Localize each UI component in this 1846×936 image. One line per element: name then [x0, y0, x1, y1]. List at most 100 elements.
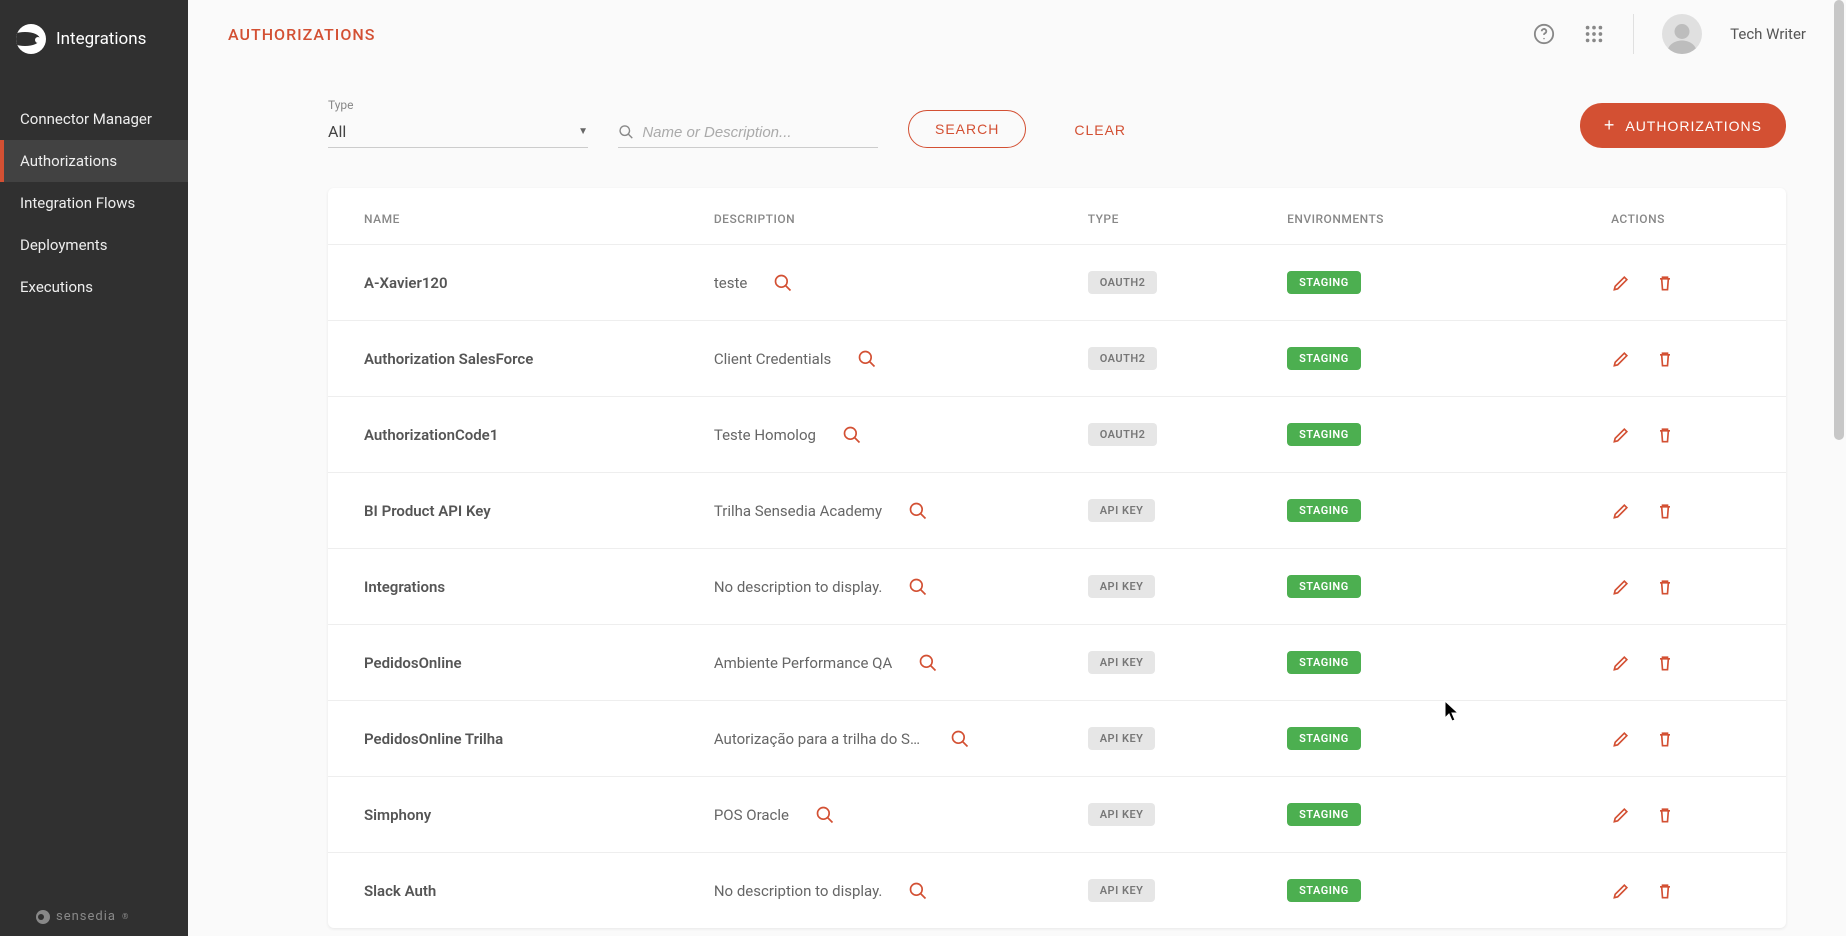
edit-icon[interactable]: [1611, 881, 1631, 901]
delete-icon[interactable]: [1655, 273, 1675, 293]
sidebar-item-connector-manager[interactable]: Connector Manager: [0, 98, 188, 140]
type-filter-select[interactable]: All ▼: [328, 116, 588, 148]
row-search-icon[interactable]: [918, 653, 938, 673]
type-badge: API KEY: [1088, 499, 1156, 522]
edit-icon[interactable]: [1611, 805, 1631, 825]
env-badge: STAGING: [1287, 347, 1361, 370]
delete-icon[interactable]: [1655, 577, 1675, 597]
table-row: IntegrationsNo description to display.AP…: [328, 549, 1786, 625]
type-badge: API KEY: [1088, 651, 1156, 674]
delete-icon[interactable]: [1655, 805, 1675, 825]
edit-icon[interactable]: [1611, 273, 1631, 293]
add-authorization-button[interactable]: + AUTHORIZATIONS: [1580, 103, 1786, 148]
footer-brand-icon: [36, 910, 50, 924]
sidebar-item-authorizations[interactable]: Authorizations: [0, 140, 188, 182]
plus-icon: +: [1604, 115, 1616, 136]
cell-name: Authorization SalesForce: [328, 321, 702, 397]
cell-description: Trilha Sensedia Academy: [702, 473, 1076, 549]
apps-grid-icon[interactable]: [1583, 23, 1605, 45]
env-badge: STAGING: [1287, 651, 1361, 674]
brand-logo-icon: [16, 24, 46, 54]
edit-icon[interactable]: [1611, 501, 1631, 521]
cell-name: AuthorizationCode1: [328, 397, 702, 473]
table-row: PedidosOnline TrilhaAutorização para a t…: [328, 701, 1786, 777]
brand-name: Integrations: [56, 29, 146, 49]
delete-icon[interactable]: [1655, 729, 1675, 749]
env-badge: STAGING: [1287, 727, 1361, 750]
search-input[interactable]: [642, 124, 878, 141]
table-row: AuthorizationCode1Teste Homolog OAUTH2 STA…: [328, 397, 1786, 473]
cell-actions: [1599, 321, 1786, 397]
row-search-icon[interactable]: [773, 273, 793, 293]
cell-env: STAGING: [1275, 625, 1599, 701]
topbar-right: Tech Writer: [1533, 14, 1806, 54]
type-badge: OAUTH2: [1088, 347, 1158, 370]
row-search-icon[interactable]: [815, 805, 835, 825]
edit-icon[interactable]: [1611, 729, 1631, 749]
scrollbar[interactable]: [1832, 0, 1844, 936]
cell-type: API KEY: [1076, 473, 1275, 549]
cell-description: No description to display.: [702, 549, 1076, 625]
page-title: AUTHORIZATIONS: [228, 25, 375, 44]
edit-icon[interactable]: [1611, 577, 1631, 597]
row-search-icon[interactable]: [857, 349, 877, 369]
cell-env: STAGING: [1275, 777, 1599, 853]
env-badge: STAGING: [1287, 575, 1361, 598]
table-row: A-Xavier120testeOAUTH2STAGING: [328, 245, 1786, 321]
avatar[interactable]: [1662, 14, 1702, 54]
type-filter-value: All: [328, 122, 346, 141]
cell-description: Ambiente Performance QA: [702, 625, 1076, 701]
clear-button[interactable]: CLEAR: [1056, 112, 1144, 148]
sidebar-header: Integrations: [0, 0, 188, 78]
edit-icon[interactable]: [1611, 425, 1631, 445]
row-search-icon[interactable]: [950, 729, 970, 749]
scrollbar-thumb[interactable]: [1834, 0, 1844, 440]
cell-type: API KEY: [1076, 625, 1275, 701]
col-name-header: NAME: [328, 188, 702, 245]
table-row: PedidosOnlineAmbiente Performance QA API …: [328, 625, 1786, 701]
help-icon[interactable]: [1533, 23, 1555, 45]
delete-icon[interactable]: [1655, 653, 1675, 673]
type-filter-label: Type: [328, 98, 588, 112]
delete-icon[interactable]: [1655, 881, 1675, 901]
table-card: NAME DESCRIPTION TYPE ENVIRONMENTS ACTIO…: [328, 188, 1786, 928]
table-row: SimphonyPOS OracleAPI KEYSTAGING: [328, 777, 1786, 853]
row-search-icon[interactable]: [842, 425, 862, 445]
cell-name: PedidosOnline Trilha: [328, 701, 702, 777]
search-field[interactable]: [618, 117, 878, 148]
cell-name: Simphony: [328, 777, 702, 853]
cell-name: PedidosOnline: [328, 625, 702, 701]
cell-actions: [1599, 473, 1786, 549]
sidebar-item-executions[interactable]: Executions: [0, 266, 188, 308]
cell-env: STAGING: [1275, 549, 1599, 625]
row-search-icon[interactable]: [908, 577, 928, 597]
cell-description: Teste Homolog: [702, 397, 1076, 473]
edit-icon[interactable]: [1611, 349, 1631, 369]
topbar-divider: [1633, 14, 1634, 54]
username-label: Tech Writer: [1730, 25, 1806, 43]
search-button[interactable]: SEARCH: [908, 110, 1026, 148]
search-icon: [618, 123, 634, 141]
add-authorization-label: AUTHORIZATIONS: [1625, 118, 1762, 134]
cell-type: OAUTH2: [1076, 321, 1275, 397]
edit-icon[interactable]: [1611, 653, 1631, 673]
sidebar-footer: sensedia®: [0, 897, 188, 936]
sidebar-item-integration-flows[interactable]: Integration Flows: [0, 182, 188, 224]
row-search-icon[interactable]: [908, 881, 928, 901]
row-search-icon[interactable]: [908, 501, 928, 521]
cell-name: A-Xavier120: [328, 245, 702, 321]
footer-brand: sensedia®: [36, 909, 152, 924]
type-badge: API KEY: [1088, 879, 1156, 902]
col-description-header: DESCRIPTION: [702, 188, 1076, 245]
sidebar: Integrations Connector ManagerAuthorizat…: [0, 0, 188, 936]
type-badge: OAUTH2: [1088, 423, 1158, 446]
cell-env: STAGING: [1275, 397, 1599, 473]
delete-icon[interactable]: [1655, 501, 1675, 521]
delete-icon[interactable]: [1655, 425, 1675, 445]
cell-type: API KEY: [1076, 701, 1275, 777]
cell-actions: [1599, 625, 1786, 701]
sidebar-item-deployments[interactable]: Deployments: [0, 224, 188, 266]
type-badge: API KEY: [1088, 727, 1156, 750]
env-badge: STAGING: [1287, 499, 1361, 522]
delete-icon[interactable]: [1655, 349, 1675, 369]
